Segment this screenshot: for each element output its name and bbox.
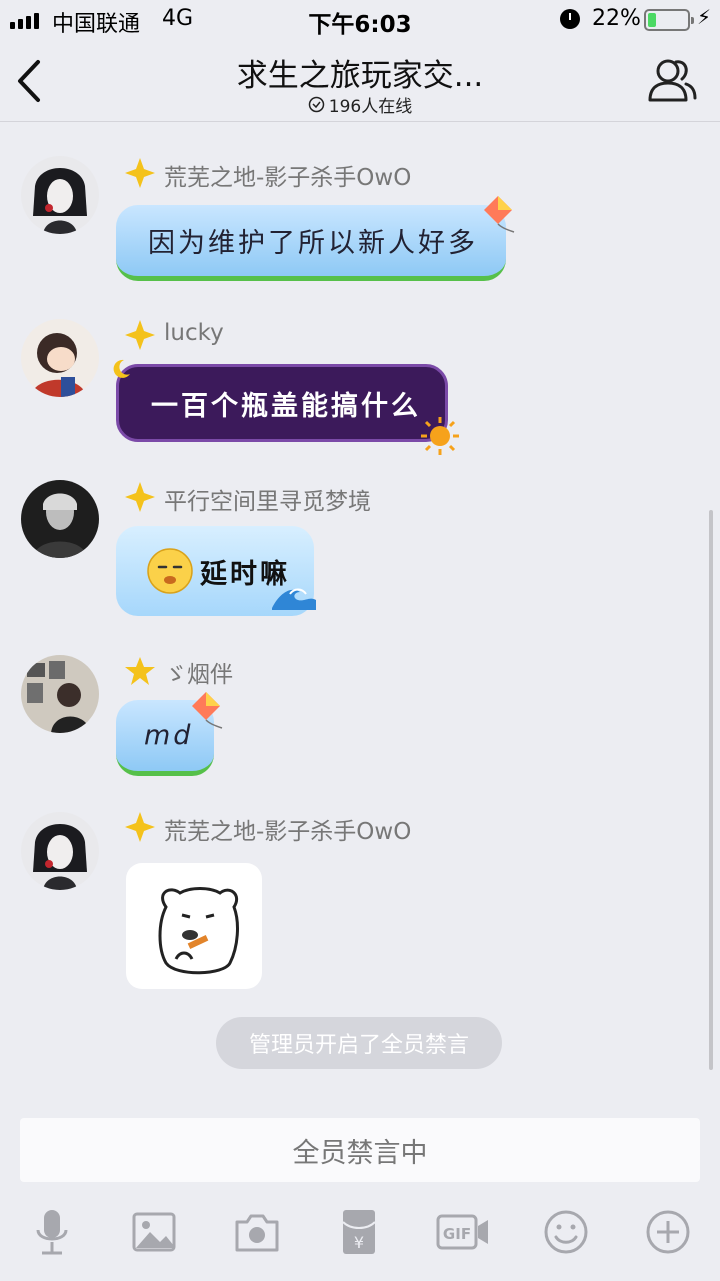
- system-notice: 管理员开启了全员禁言: [216, 1017, 502, 1069]
- sun-icon: [421, 417, 459, 455]
- battery-icon: [644, 9, 694, 31]
- avatar[interactable]: [21, 655, 99, 733]
- gif-icon[interactable]: GIF: [436, 1208, 490, 1256]
- muted-input-bar: 全员禁言中: [20, 1118, 700, 1182]
- star-badge-icon: [125, 657, 155, 685]
- kite-icon: [484, 196, 515, 233]
- sender-name: lucky: [164, 320, 224, 346]
- camera-icon[interactable]: [233, 1208, 281, 1256]
- star-badge-icon: [125, 158, 155, 188]
- bear-sticker-image: [158, 887, 239, 975]
- message-text: 因为维护了所以新人好多: [148, 228, 478, 259]
- members-icon[interactable]: [646, 54, 698, 106]
- group-title[interactable]: 求生之旅玩家交...: [0, 50, 720, 95]
- status-bar: 中国联通 4G 下午6:03 22% ⚡: [0, 0, 720, 40]
- avatar[interactable]: [21, 156, 99, 234]
- scrollbar[interactable]: [709, 510, 713, 1070]
- message-text: 一百个瓶盖能搞什么: [151, 390, 421, 422]
- star-badge-icon: [125, 482, 155, 512]
- sender-name: 平行空间里寻觅梦境: [164, 489, 371, 515]
- image-icon[interactable]: [130, 1208, 178, 1256]
- plus-icon[interactable]: [644, 1208, 692, 1256]
- svg-text:¥: ¥: [354, 1233, 364, 1252]
- avatar[interactable]: [21, 480, 99, 558]
- sender-name: ゞ烟伴: [164, 662, 233, 688]
- moon-icon: [113, 359, 130, 378]
- message-bubble[interactable]: 一百个瓶盖能搞什么: [116, 364, 448, 442]
- wave-icon: [272, 588, 316, 610]
- sleepy-emoji-icon: [147, 548, 193, 594]
- online-count: 196人在线: [0, 92, 720, 117]
- online-count-label: 196人在线: [328, 97, 413, 117]
- chat-toolbar: ¥ GIF: [0, 1186, 720, 1281]
- star-badge-icon: [125, 812, 155, 842]
- clock-icon: [308, 96, 325, 113]
- red-packet-icon[interactable]: ¥: [335, 1208, 383, 1256]
- kite-icon: [192, 692, 223, 729]
- alarm-icon: [560, 9, 580, 29]
- sender-name: 荒芜之地-影子杀手OwO: [164, 165, 412, 191]
- bear-sticker[interactable]: [126, 863, 262, 989]
- microphone-icon[interactable]: [28, 1208, 76, 1256]
- battery-percent: 22%: [592, 6, 641, 31]
- avatar[interactable]: [21, 319, 99, 397]
- sender-name: 荒芜之地-影子杀手OwO: [164, 819, 412, 845]
- emoji-icon[interactable]: [542, 1208, 590, 1256]
- charging-icon: ⚡: [697, 5, 712, 29]
- battery-fill: [648, 13, 657, 27]
- svg-text:GIF: GIF: [443, 1225, 471, 1243]
- avatar[interactable]: [21, 812, 99, 890]
- star-badge-icon: [125, 320, 155, 350]
- nav-bar: 求生之旅玩家交... 196人在线: [0, 40, 720, 122]
- message-bubble[interactable]: 因为维护了所以新人好多: [116, 205, 506, 281]
